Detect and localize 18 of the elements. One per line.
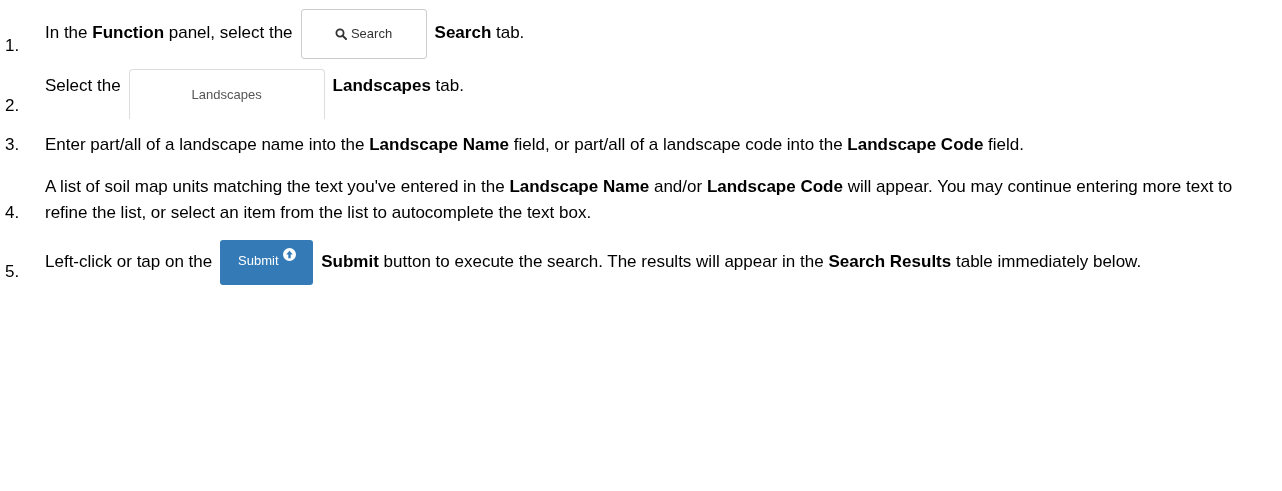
submit-button[interactable]: Submit <box>220 240 314 285</box>
search-button[interactable]: Search <box>300 9 427 59</box>
step-text: Enter part/all of a landscape name into the Landscape Name field, or part/all of a landscape code into the Landscape Code field. <box>45 135 1024 154</box>
step-text: Left-click or tap on the <box>45 252 213 271</box>
step-text: Submit button to execute the search. The results will appear in the Search Results table immediately below. <box>321 252 1142 271</box>
step-number: 4. <box>4 202 21 224</box>
step-text: Select the <box>45 76 121 95</box>
step-number: 1. <box>4 35 21 57</box>
step-text: Search tab. <box>434 23 525 43</box>
landscapes-tab[interactable]: Landscapes <box>128 69 325 119</box>
step-text: A list of soil map units matching the text you've entered in the Landscape Name and/or Landscape Code will appear. You may continue entering more text to refine the list, or select an item from the list to autocomplete the text box. <box>45 177 1233 222</box>
step-number: 5. <box>4 261 21 283</box>
step-number: 3. <box>4 134 21 156</box>
arrow-up-circle-icon <box>282 248 296 261</box>
step-text: Landscapes tab. <box>332 76 464 95</box>
step-number: 2. <box>4 95 21 117</box>
search-icon <box>334 28 347 40</box>
step-text: In the Function panel, select the <box>45 23 293 43</box>
